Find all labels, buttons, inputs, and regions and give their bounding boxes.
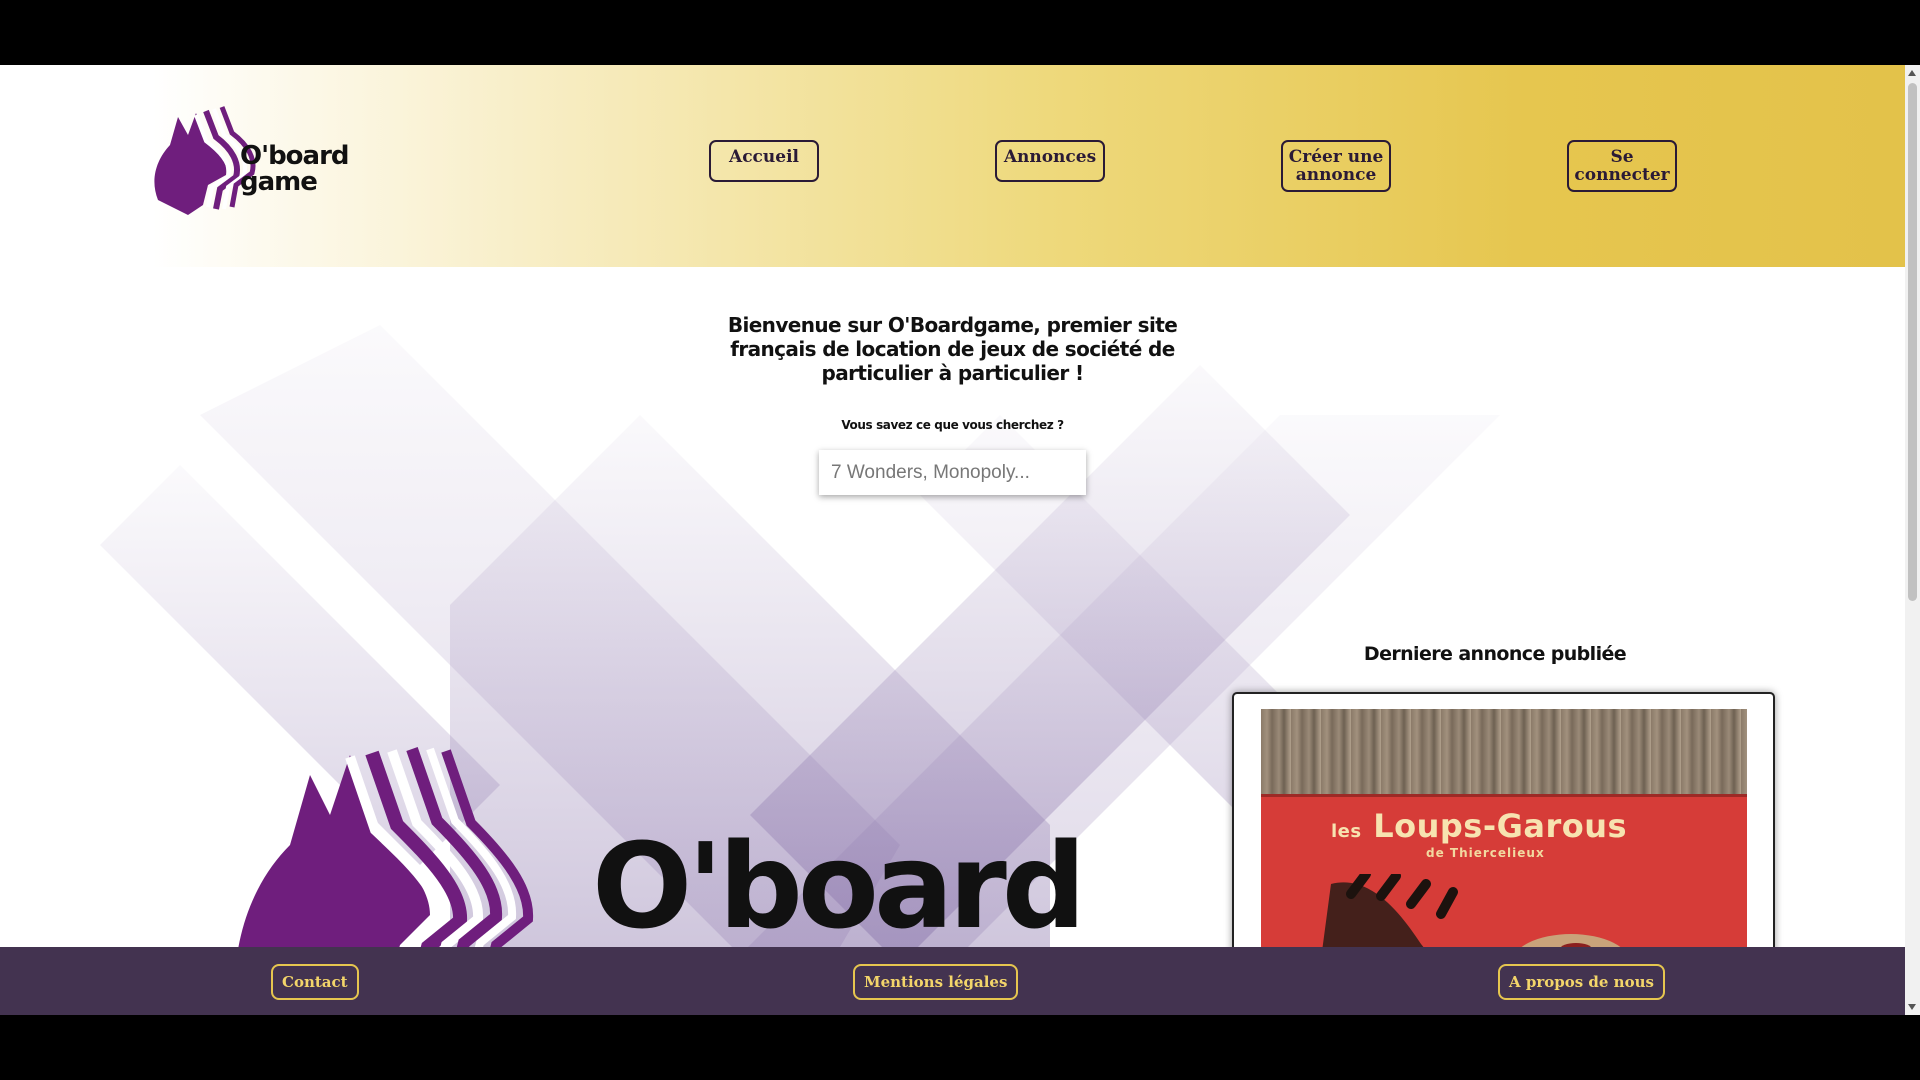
game-box-prefix: les xyxy=(1331,821,1362,842)
logo-text-line2: game xyxy=(240,167,318,197)
nav-create-ad-button[interactable]: Créer une annonce xyxy=(1281,140,1391,192)
footer-about-link[interactable]: A propos de nous xyxy=(1498,964,1665,1000)
search-input[interactable] xyxy=(819,450,1086,495)
game-box-title: les Loups-Garous xyxy=(1331,807,1627,845)
footer-contact-link[interactable]: Contact xyxy=(271,964,359,1000)
site-header: O'board game Accueil Annonces Créer une … xyxy=(0,65,1905,267)
nav-create-ad-line1: Créer une xyxy=(1288,147,1384,167)
nav-ads-button[interactable]: Annonces xyxy=(995,140,1105,182)
nav-create-ad-line2: annonce xyxy=(1295,165,1377,185)
nav-login-line2: connecter xyxy=(1574,165,1670,185)
site-footer: Contact Mentions légales A propos de nou… xyxy=(0,947,1905,1015)
game-box-subtitle: de Thiercelieux xyxy=(1426,846,1545,860)
browser-viewport: O'board game Accueil Annonces Créer une … xyxy=(0,65,1920,1015)
scroll-up-arrow-icon[interactable] xyxy=(1908,70,1916,76)
footer-legal-link[interactable]: Mentions légales xyxy=(853,964,1019,1000)
game-box-name: Loups-Garous xyxy=(1373,807,1628,845)
page: O'board game Accueil Annonces Créer une … xyxy=(0,65,1905,1015)
nav-home-button[interactable]: Accueil xyxy=(709,140,819,182)
scroll-down-arrow-icon[interactable] xyxy=(1908,1004,1916,1010)
search-label: Vous savez ce que vous cherchez ? xyxy=(841,418,1064,432)
logo-text-line1: O'board xyxy=(240,141,350,171)
nav-login-line1: Se xyxy=(1610,147,1634,167)
page-scrollbar[interactable] xyxy=(1905,65,1920,1015)
scrollbar-thumb[interactable] xyxy=(1908,83,1917,601)
big-logo-text: O'board xyxy=(592,817,1086,955)
intro-text: Bienvenue sur O'Boardgame, premier site … xyxy=(727,313,1178,385)
logo-text: O'board game xyxy=(240,141,350,197)
latest-ad-title: Derniere annonce publiée xyxy=(1363,643,1627,665)
nav-login-button[interactable]: Se connecter xyxy=(1567,140,1677,192)
